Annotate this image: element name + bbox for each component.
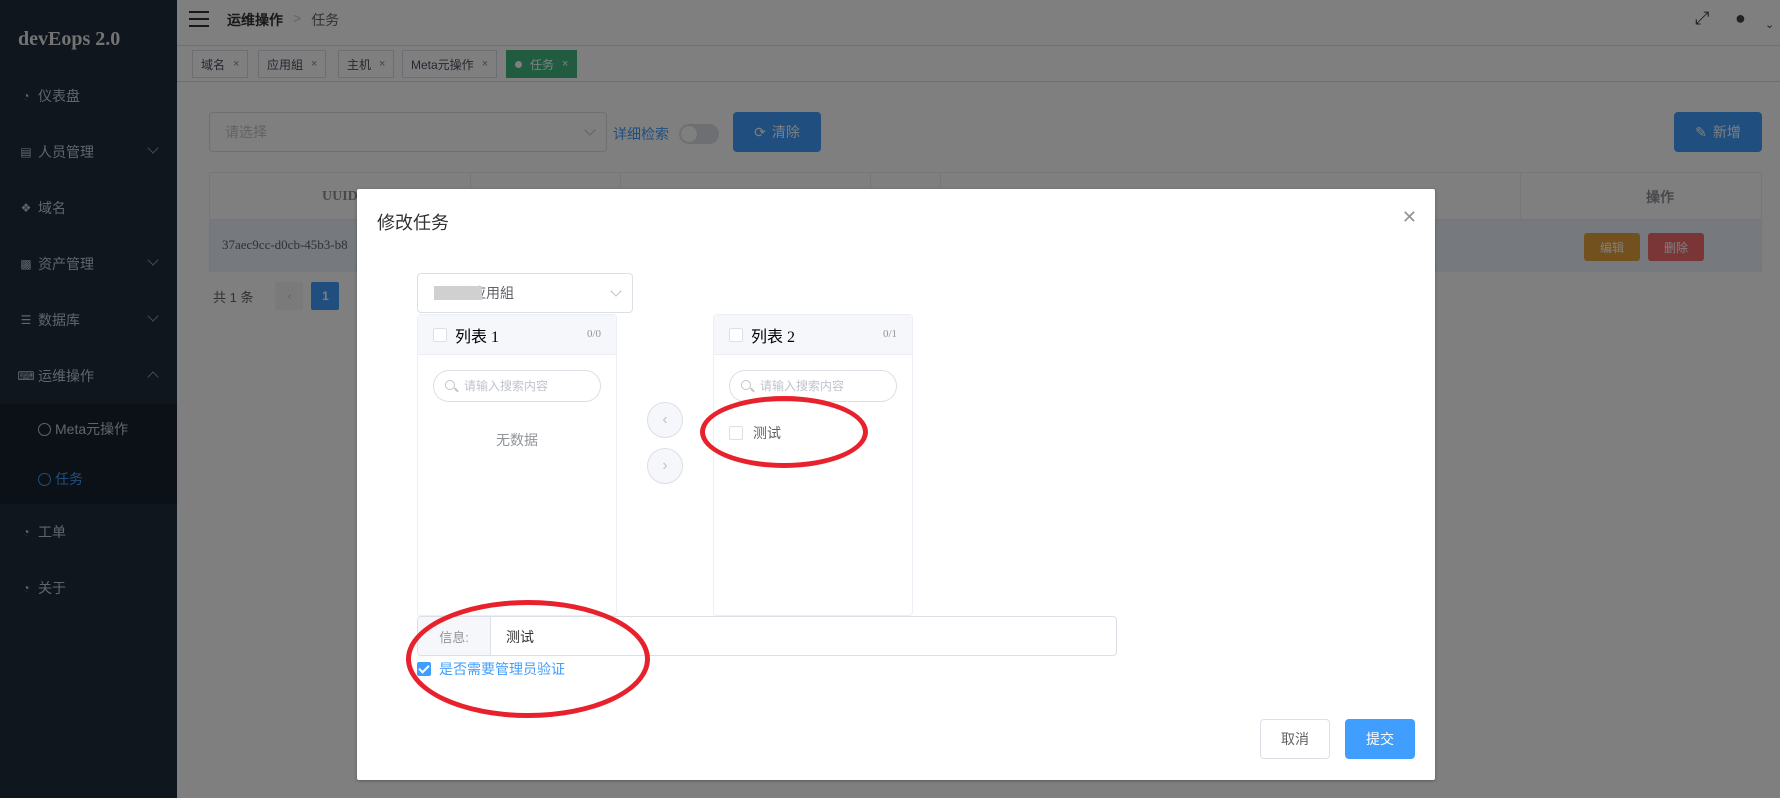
redacted-text: [434, 286, 482, 300]
annotation-ellipse: [406, 600, 650, 718]
search-placeholder: 请输入搜索内容: [760, 379, 845, 393]
select-all-checkbox[interactable]: [729, 327, 743, 342]
search-icon: [741, 380, 751, 390]
select-all-checkbox[interactable]: [433, 327, 447, 342]
transfer-list-search-input[interactable]: 请输入搜索内容: [433, 370, 601, 402]
submit-button[interactable]: 提交: [1345, 719, 1415, 759]
search-placeholder: 请输入搜索内容: [464, 379, 549, 393]
transfer-list-count: 0/1: [882, 328, 897, 340]
transfer-list-header: 列表 1 0/0: [418, 315, 616, 355]
search-icon: [445, 380, 455, 390]
empty-text: 无数据: [496, 432, 538, 448]
chevron-down-icon: [610, 285, 622, 297]
transfer-list-header: 列表 2 0/1: [714, 315, 912, 355]
move-left-button[interactable]: ‹: [647, 402, 683, 438]
transfer-list-count: 0/0: [586, 328, 601, 340]
transfer-list-title: 列表 2: [751, 328, 796, 346]
cancel-button[interactable]: 取消: [1260, 719, 1330, 759]
dialog-title: 修改任务: [377, 213, 449, 233]
close-icon[interactable]: ✕: [1402, 207, 1417, 228]
chevron-left-icon: ‹: [662, 411, 668, 428]
app-group-select[interactable]: 式应用組: [417, 273, 633, 313]
move-right-button[interactable]: ›: [647, 448, 683, 484]
chevron-right-icon: ›: [662, 457, 668, 474]
annotation-ellipse: [700, 396, 868, 468]
transfer-list-1: 列表 1 0/0 请输入搜索内容 无数据: [417, 314, 617, 616]
transfer-list-title: 列表 1: [455, 328, 500, 346]
